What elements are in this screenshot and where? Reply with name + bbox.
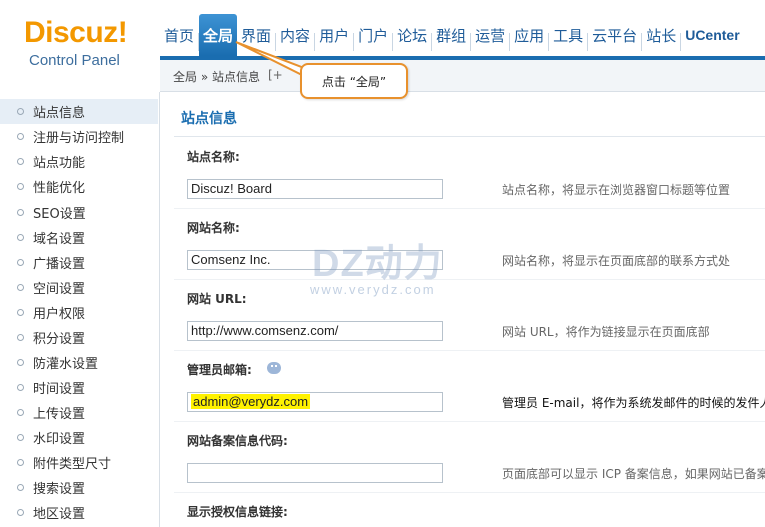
nav-item-operations[interactable]: 运营 <box>471 14 509 56</box>
sidebar-item-site-features[interactable]: 站点功能 <box>0 149 158 174</box>
sidebar-item-credits[interactable]: 积分设置 <box>0 325 158 350</box>
website-url-description: 网站 URL，将作为链接显示在页面底部 <box>502 325 710 339</box>
page-title: 站点信息 <box>181 111 237 127</box>
sidebar-item-label: 搜索设置 <box>33 482 86 497</box>
site-name-description: 站点名称，将显示在浏览器窗口标题等位置 <box>502 183 731 197</box>
sidebar-item-site-info[interactable]: 站点信息 <box>0 99 158 124</box>
website-name-description: 网站名称，将显示在页面底部的联系方式处 <box>502 254 731 268</box>
sidebar-item-user-permissions[interactable]: 用户权限 <box>0 300 158 325</box>
license-link-label: 显示授权信息链接: <box>187 505 288 519</box>
divider <box>174 350 765 351</box>
icp-code-label: 网站备案信息代码: <box>187 434 288 448</box>
icp-code-description: 页面底部可以显示 ICP 备案信息，如果网站已备案 <box>502 467 765 481</box>
sidebar-item-label: SEO设置 <box>33 207 86 222</box>
bullet-icon <box>17 509 24 516</box>
sidebar-item-broadcast[interactable]: 广播设置 <box>0 250 158 275</box>
help-icon[interactable] <box>267 362 281 374</box>
admin-email-value: admin@verydz.com <box>191 394 311 409</box>
sidebar-item-time[interactable]: 时间设置 <box>0 375 158 400</box>
site-name-label: 站点名称: <box>187 150 240 164</box>
nav-item-cloud[interactable]: 云平台 <box>588 14 641 56</box>
bullet-icon <box>17 409 24 416</box>
sidebar-item-label: 水印设置 <box>33 432 86 447</box>
sidebar-item-upload[interactable]: 上传设置 <box>0 400 158 425</box>
sidebar-item-label: 地区设置 <box>33 507 86 522</box>
bullet-icon <box>17 259 24 266</box>
nav-item-forum[interactable]: 论坛 <box>393 14 431 56</box>
bullet-icon <box>17 158 24 165</box>
bullet-icon <box>17 484 24 491</box>
sidebar-item-label: 空间设置 <box>33 282 86 297</box>
callout-tooltip: 点击 “全局” <box>300 63 408 99</box>
sidebar-item-label: 注册与访问控制 <box>33 131 125 146</box>
bullet-icon <box>17 359 24 366</box>
bullet-icon <box>17 234 24 241</box>
bullet-icon <box>17 434 24 441</box>
admin-email-description: 管理员 E-mail，将作为系统发邮件的时候的发件人 <box>502 396 765 410</box>
bullet-icon <box>17 459 24 466</box>
sidebar-item-region[interactable]: 地区设置 <box>0 500 158 525</box>
divider <box>174 492 765 493</box>
watermark: DZ动力 <box>312 243 443 285</box>
bullet-icon <box>17 309 24 316</box>
nav-item-webmaster[interactable]: 站长 <box>642 14 680 56</box>
bullet-icon <box>17 334 24 341</box>
nav-item-global[interactable]: 全局 <box>199 14 238 56</box>
bullet-icon <box>17 183 24 190</box>
logo-subtitle: Control Panel <box>29 52 120 69</box>
watermark-url: www.verydz.com <box>310 282 436 297</box>
sidebar-item-anti-spam[interactable]: 防灌水设置 <box>0 350 158 375</box>
website-name-label: 网站名称: <box>187 221 240 235</box>
sidebar-item-label: 站点功能 <box>33 156 86 171</box>
divider <box>174 279 765 280</box>
main-content: 站点信息 站点名称: Discuz! Board 站点名称，将显示在浏览器窗口标… <box>160 92 765 527</box>
sidebar-item-label: 积分设置 <box>33 332 86 347</box>
divider <box>174 421 765 422</box>
sidebar-item-label: 时间设置 <box>33 382 86 397</box>
sidebar-item-label: 附件类型尺寸 <box>33 457 112 472</box>
nav-item-apps[interactable]: 应用 <box>510 14 548 56</box>
nav-item-tools[interactable]: 工具 <box>549 14 587 56</box>
sidebar-item-label: 站点信息 <box>33 106 86 121</box>
sidebar-item-watermark[interactable]: 水印设置 <box>0 425 158 450</box>
admin-email-label: 管理员邮箱: <box>187 363 252 377</box>
nav-item-portal[interactable]: 门户 <box>354 14 392 56</box>
logo: Discuz! <box>24 16 128 49</box>
sidebar-item-search[interactable]: 搜索设置 <box>0 475 158 500</box>
sidebar-item-performance[interactable]: 性能优化 <box>0 174 158 199</box>
sidebar-item-seo[interactable]: SEO设置 <box>0 200 158 225</box>
callout-text: 点击 “全局” <box>321 74 387 89</box>
sidebar-item-domain[interactable]: 域名设置 <box>0 225 158 250</box>
bullet-icon <box>17 384 24 391</box>
nav-item-users[interactable]: 用户 <box>315 14 353 56</box>
sidebar-item-label: 域名设置 <box>33 232 86 247</box>
sidebar-item-space[interactable]: 空间设置 <box>0 275 158 300</box>
bullet-icon <box>17 133 24 140</box>
nav-item-ucenter[interactable]: UCenter <box>681 14 743 56</box>
site-name-input[interactable]: Discuz! Board <box>187 179 443 199</box>
website-url-label: 网站 URL: <box>187 292 247 306</box>
sidebar-item-registration[interactable]: 注册与访问控制 <box>0 124 158 149</box>
admin-email-input[interactable]: admin@verydz.com <box>187 392 443 412</box>
nav-item-groups[interactable]: 群组 <box>432 14 470 56</box>
nav-item-home[interactable]: 首页 <box>160 14 198 56</box>
sidebar-item-label: 用户权限 <box>33 307 86 322</box>
sidebar-item-attachment-types[interactable]: 附件类型尺寸 <box>0 450 158 475</box>
icp-code-input[interactable] <box>187 463 443 483</box>
bullet-icon <box>17 284 24 291</box>
sidebar-item-label: 上传设置 <box>33 407 86 422</box>
sidebar: 站点信息 注册与访问控制 站点功能 性能优化 SEO设置 域名设置 广播设置 空… <box>0 92 160 527</box>
divider <box>174 208 765 209</box>
divider <box>174 136 765 137</box>
sidebar-item-label: 防灌水设置 <box>33 357 99 372</box>
sidebar-item-label: 广播设置 <box>33 257 86 272</box>
bullet-icon <box>17 108 24 115</box>
website-url-input[interactable]: http://www.comsenz.com/ <box>187 321 443 341</box>
bullet-icon <box>17 209 24 216</box>
sidebar-item-label: 性能优化 <box>33 181 86 196</box>
